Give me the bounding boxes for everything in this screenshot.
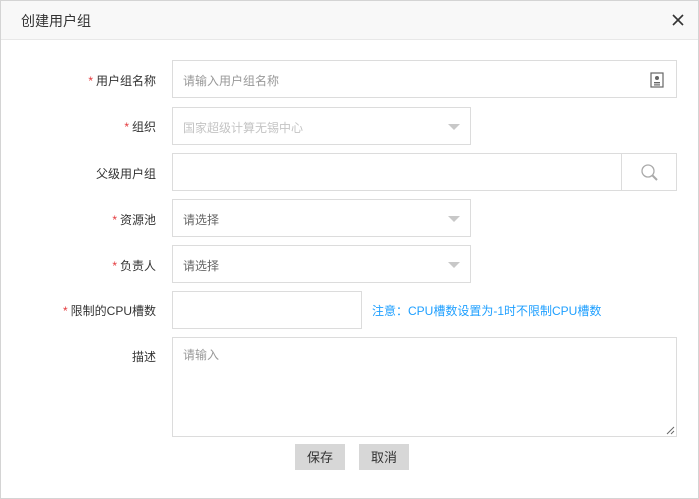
parent-group-input[interactable]	[172, 153, 622, 191]
chevron-down-icon	[448, 216, 460, 222]
organization-select[interactable]: 国家超级计算无锡中心	[172, 107, 471, 145]
search-icon	[641, 164, 658, 181]
cpu-limit-input[interactable]	[172, 291, 362, 329]
organization-label: * 组织	[124, 120, 156, 134]
dialog-header: 创建用户组	[1, 1, 698, 40]
description-placeholder: 请输入	[183, 348, 220, 362]
resource-pool-placeholder: 请选择	[183, 213, 220, 227]
chevron-down-icon	[448, 124, 460, 130]
required-mark: *	[112, 259, 117, 273]
parent-group-label: 父级用户组	[95, 167, 156, 181]
cpu-limit-note: 注意：CPU槽数设置为-1时不限制CPU槽数	[372, 304, 602, 318]
owner-select[interactable]: 请选择	[172, 245, 471, 283]
chevron-down-icon	[448, 262, 460, 268]
create-user-group-dialog: 创建用户组 * 用户组名称 请输入用户组名称 * 组织 国家超级计算无锡中心 父级用…	[0, 0, 699, 499]
group-name-placeholder: 请输入用户组名称	[183, 74, 280, 88]
owner-placeholder: 请选择	[183, 259, 220, 273]
cancel-button[interactable]: 取消	[359, 444, 409, 470]
close-icon	[672, 14, 684, 26]
description-label: 描述	[131, 350, 156, 364]
group-name-input[interactable]: 请输入用户组名称	[172, 60, 677, 98]
organization-value: 国家超级计算无锡中心	[183, 121, 304, 135]
dialog-title: 创建用户组	[21, 13, 91, 29]
save-button[interactable]: 保存	[295, 444, 345, 470]
owner-label: * 负责人	[112, 259, 156, 273]
required-mark: *	[88, 74, 93, 88]
resource-pool-label: * 资源池	[112, 213, 156, 227]
resource-pool-select[interactable]: 请选择	[172, 199, 471, 237]
resize-grip-icon[interactable]	[666, 426, 675, 435]
description-textarea[interactable]: 请输入	[172, 337, 677, 437]
parent-group-search-button[interactable]	[621, 153, 677, 191]
required-mark: *	[124, 120, 129, 134]
close-button[interactable]	[668, 10, 688, 30]
cpu-limit-label: * 限制的CPU槽数	[62, 304, 156, 318]
id-card-icon	[650, 72, 664, 88]
required-mark: *	[62, 304, 68, 318]
group-name-label: * 用户组名称	[88, 74, 156, 88]
required-mark: *	[112, 213, 117, 227]
